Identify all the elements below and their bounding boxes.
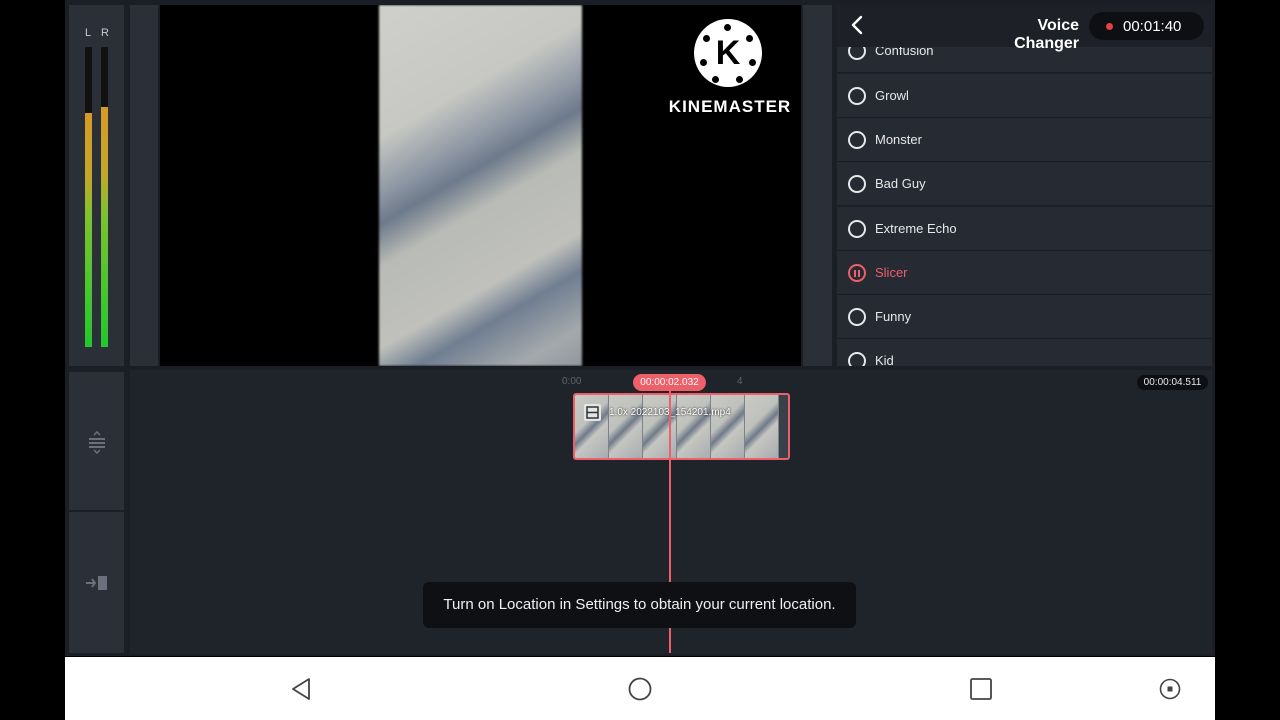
toast-message: Turn on Location in Settings to obtain y…	[443, 596, 836, 613]
voice-option-label: Growl	[875, 88, 909, 103]
panel-title: Voice Changer	[1014, 17, 1079, 52]
voice-option-label: Funny	[875, 309, 912, 324]
ruler-start-label: 0:00	[562, 376, 582, 387]
audio-level-meter: L R	[69, 5, 124, 366]
meter-left-fill	[85, 113, 92, 347]
preview-right-gutter	[803, 5, 832, 366]
meter-right-bar	[101, 47, 108, 347]
meter-right-label: R	[101, 27, 109, 39]
nav-back-icon[interactable]	[289, 677, 313, 701]
logo-wordmark: KINEMASTER	[668, 97, 792, 116]
nav-home-icon[interactable]	[628, 677, 652, 701]
voice-option-label: Slicer	[875, 265, 908, 280]
video-frame	[379, 5, 582, 366]
playhead-time-badge[interactable]: 00:00:02.032	[633, 374, 706, 391]
ruler-mark-label: 4	[737, 376, 743, 387]
radio-icon	[848, 220, 866, 238]
radio-icon	[848, 87, 866, 105]
voice-option-label: Monster	[875, 132, 922, 147]
radio-icon	[848, 352, 866, 366]
voice-option-monster[interactable]: Monster	[837, 118, 1212, 162]
voice-option-funny[interactable]: Funny	[837, 295, 1212, 339]
timeline-tool-panel-bottom[interactable]	[69, 512, 124, 653]
voice-option-growl[interactable]: Growl	[837, 74, 1212, 118]
voice-option-kid[interactable]: Kid	[837, 339, 1212, 366]
voice-changer-panel: Confusion Growl Monster Bad Guy Extreme Echo…	[837, 5, 1212, 366]
voice-option-label: Extreme Echo	[875, 221, 957, 236]
nav-recents-icon[interactable]	[969, 677, 993, 701]
back-arrow-icon[interactable]	[847, 14, 869, 36]
kinemaster-logo: K	[694, 19, 762, 87]
radio-icon	[848, 308, 866, 326]
meter-right-fill	[101, 107, 108, 347]
track-jump-icon[interactable]	[85, 574, 109, 592]
track-spacing-icon[interactable]	[87, 430, 107, 454]
preview-left-gutter	[130, 5, 158, 366]
record-dot-icon	[1106, 23, 1113, 30]
panel-header: Voice Changer 00:01:40	[837, 5, 1212, 52]
timeline-tool-panel-top[interactable]	[69, 372, 124, 510]
pause-radio-icon	[848, 264, 866, 282]
voice-option-label: Kid	[875, 353, 894, 366]
recording-time: 00:01:40	[1123, 18, 1182, 35]
radio-icon	[848, 175, 866, 193]
system-navigation-bar	[65, 657, 1215, 720]
radio-icon	[848, 131, 866, 149]
video-preview[interactable]: K KINEMASTER	[160, 5, 801, 366]
film-icon	[584, 404, 601, 421]
meter-left-bar	[85, 47, 92, 347]
meter-left-label: L	[85, 27, 92, 39]
voice-option-label: Bad Guy	[875, 176, 926, 191]
recording-indicator: 00:01:40	[1089, 12, 1204, 40]
location-toast: Turn on Location in Settings to obtain y…	[423, 582, 856, 628]
screen-recorder-icon[interactable]	[1159, 678, 1181, 700]
video-clip[interactable]: 1.0x 2022103_154201.mp4	[573, 393, 790, 460]
timeline-end-time: 00:00:04.511	[1137, 375, 1208, 390]
voice-option-extreme-echo[interactable]: Extreme Echo	[837, 207, 1212, 251]
voice-option-bad-guy[interactable]: Bad Guy	[837, 162, 1212, 206]
voice-option-slicer[interactable]: Slicer	[837, 251, 1212, 295]
